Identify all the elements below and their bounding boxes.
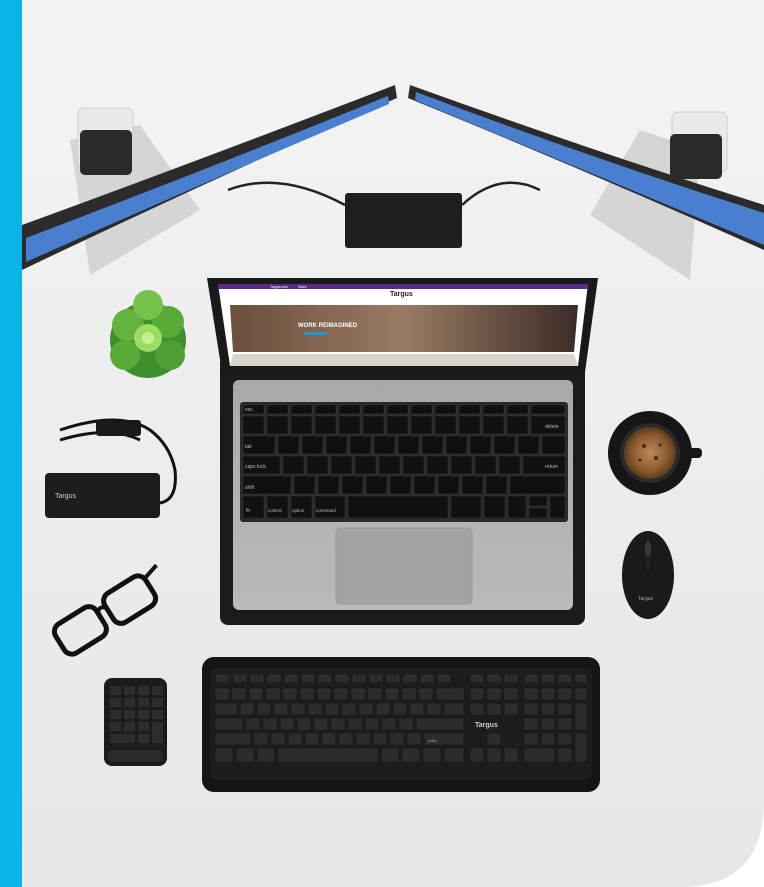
hero-headline: WORK REIMAGINED [298, 323, 358, 329]
charger-brand: Targus [55, 493, 77, 500]
key-fn: fn [246, 508, 250, 514]
site-brand: Targus [390, 291, 413, 298]
laptop: esc tab caps lock shift fn control optio… [220, 355, 585, 625]
site-nav-sales: Sales [298, 285, 307, 289]
key-option: option [292, 508, 305, 513]
key-caps: caps lock [245, 464, 266, 470]
trackpad [335, 527, 473, 605]
key-return: return [545, 464, 558, 470]
scene-illustration: esc tab caps lock shift fn control optio… [22, 0, 764, 887]
key-enter: enter [428, 738, 438, 743]
docking-station [345, 193, 462, 248]
key-command: command [316, 508, 336, 513]
key-control: control [268, 508, 282, 513]
site-nav-link: Targus.com [270, 285, 288, 289]
mouse-brand: Targus [638, 596, 654, 602]
key-tab: tab [245, 444, 252, 450]
mouse: Targus [622, 531, 674, 619]
desk-scene: esc tab caps lock shift fn control optio… [0, 0, 764, 887]
key-shift: shift [245, 485, 255, 491]
wireless-keyboard: Targus enter [202, 657, 600, 792]
key-delete: delete [545, 424, 559, 430]
numpad [104, 678, 167, 766]
keyboard-brand: Targus [475, 722, 498, 729]
key-esc: esc [245, 407, 253, 413]
laptop-screen: Targus.com Sales Targus WORK REIMAGINED [207, 278, 598, 372]
